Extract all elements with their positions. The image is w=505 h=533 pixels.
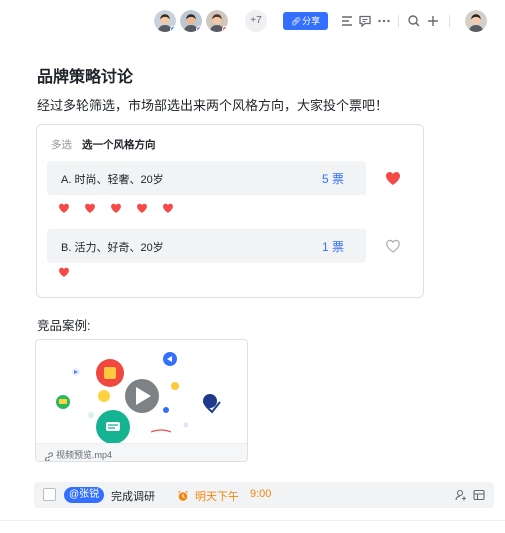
more-collaborators-count[interactable]: +7 xyxy=(245,10,267,32)
voter-heart-icon xyxy=(135,201,149,215)
top-toolbar: +7 🔗︎分享 xyxy=(0,10,505,34)
page-title: 品牌策略讨论 xyxy=(37,69,134,86)
vote-option-count: 1 票 xyxy=(321,240,344,254)
vote-card: 多选 选一个风格方向 A. 时尚、轻奢、20岁 5 票 B. 活力、好奇、20岁 … xyxy=(36,124,424,298)
collaborator-avatar[interactable] xyxy=(180,10,202,32)
voter-heart-icon xyxy=(57,265,71,279)
voter-heart-icon xyxy=(161,201,175,215)
user-avatar[interactable] xyxy=(465,10,487,32)
heart-filled-icon[interactable] xyxy=(383,168,403,188)
page-description: 经过多轮筛选，市场部选出来两个风格方向，大家投个票吧！ xyxy=(37,98,389,113)
vote-question: 选一个风格方向 xyxy=(82,139,156,151)
video-footer: 视频预览.mp4 xyxy=(36,443,247,461)
search-icon[interactable] xyxy=(406,13,422,29)
vote-option-count: 5 票 xyxy=(321,172,344,186)
video-thumbnail[interactable] xyxy=(36,340,247,444)
video-file-name[interactable]: 视频预览.mp4 xyxy=(56,448,112,461)
section-label: 竞品案例: xyxy=(37,319,91,333)
task-item: @张锐 完成调研 明天下午 9:00 xyxy=(34,482,494,508)
voter-heart-icon xyxy=(109,201,123,215)
toolbar-divider xyxy=(398,15,399,27)
task-text[interactable]: 完成调研 xyxy=(111,488,155,504)
share-label: 分享 xyxy=(302,16,321,26)
due-date[interactable]: 明天下午 xyxy=(195,488,239,504)
vote-option[interactable]: A. 时尚、轻奢、20岁 5 票 xyxy=(47,161,366,195)
presence-status-dot xyxy=(196,26,202,32)
assignee-icon[interactable] xyxy=(454,488,468,502)
add-icon[interactable] xyxy=(425,13,441,29)
more-icon[interactable] xyxy=(376,13,392,29)
voter-heart-icon xyxy=(83,201,97,215)
collaborator-avatar[interactable] xyxy=(206,10,228,32)
vote-option-label: A. 时尚、轻奢、20岁 xyxy=(61,174,164,186)
due-time[interactable]: 9:00 xyxy=(250,488,271,500)
comment-icon[interactable] xyxy=(357,13,373,29)
link-icon: 🔗︎ xyxy=(290,17,302,26)
mention-chip[interactable]: @张锐 xyxy=(64,487,105,503)
vote-type-label: 多选 xyxy=(51,139,72,151)
voter-heart-icon xyxy=(57,201,71,215)
presence-status-dot xyxy=(222,26,228,32)
vote-option-label: B. 活力、好奇、20岁 xyxy=(61,242,164,254)
outline-icon[interactable] xyxy=(339,13,355,29)
collaborator-avatar[interactable] xyxy=(154,10,176,32)
share-button[interactable]: 🔗︎分享 xyxy=(283,12,328,30)
vote-header: 多选 选一个风格方向 xyxy=(51,137,156,152)
link-icon xyxy=(44,449,54,461)
vote-option[interactable]: B. 活力、好奇、20岁 1 票 xyxy=(47,229,366,263)
toolbar-divider xyxy=(449,15,450,27)
task-checkbox[interactable] xyxy=(43,488,56,501)
task-detail-icon[interactable] xyxy=(472,488,486,502)
divider xyxy=(0,520,505,521)
alarm-clock-icon xyxy=(177,489,189,501)
presence-status-dot xyxy=(170,26,176,32)
heart-outline-icon[interactable] xyxy=(383,236,403,256)
video-attachment[interactable]: 视频预览.mp4 xyxy=(35,339,248,462)
